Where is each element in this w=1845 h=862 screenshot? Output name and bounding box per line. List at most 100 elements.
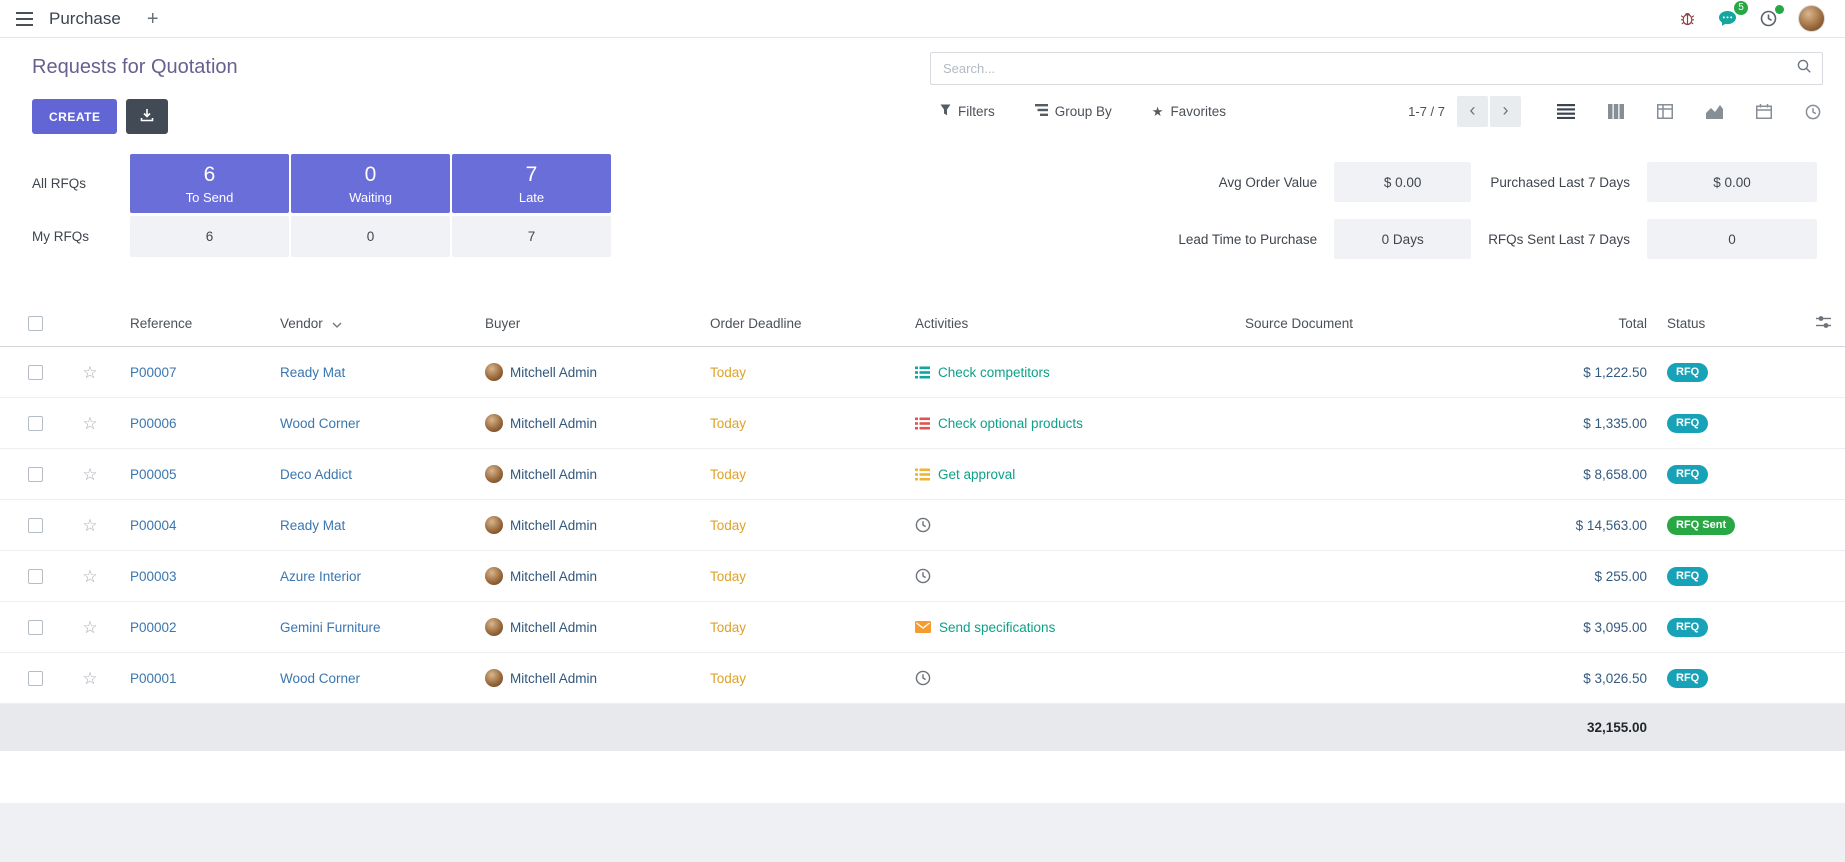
user-avatar[interactable] (1798, 5, 1825, 32)
buyer-link[interactable]: Mitchell Admin (510, 365, 597, 380)
pager-next-button[interactable]: › (1490, 96, 1521, 127)
table-row[interactable]: ☆ P00007 Ready Mat Mitchell Admin Today … (0, 347, 1845, 398)
kpi-to-send[interactable]: 6 To Send (130, 154, 289, 213)
column-header-total[interactable]: Total (1492, 301, 1657, 347)
table-row[interactable]: ☆ P00003 Azure Interior Mitchell Admin T… (0, 551, 1845, 602)
create-button[interactable]: CREATE (32, 99, 117, 134)
stat-value-lead-time-to-purchase[interactable]: 0 Days (1334, 219, 1471, 259)
favorite-star-icon[interactable]: ☆ (82, 516, 97, 535)
apps-menu-icon[interactable] (14, 8, 35, 30)
stat-value-purchased-last-7-days[interactable]: $ 0.00 (1647, 162, 1817, 202)
kpi-late-value: 7 (526, 163, 538, 187)
vendor-link[interactable]: Ready Mat (280, 365, 345, 380)
vendor-link[interactable]: Gemini Furniture (280, 620, 381, 635)
list-view-icon[interactable] (1555, 102, 1577, 121)
vendor-link[interactable]: Wood Corner (280, 416, 360, 431)
table-row[interactable]: ☆ P00002 Gemini Furniture Mitchell Admin… (0, 602, 1845, 653)
vendor-link[interactable]: Azure Interior (280, 569, 361, 584)
activity-view-icon[interactable] (1803, 102, 1823, 122)
stat-value-avg-order-value[interactable]: $ 0.00 (1334, 162, 1471, 202)
activity-label[interactable]: Check competitors (938, 365, 1050, 380)
column-header-status[interactable]: Status (1657, 301, 1802, 347)
reference-link[interactable]: P00007 (130, 365, 177, 380)
vendor-link[interactable]: Ready Mat (280, 518, 345, 533)
activity-label[interactable]: Get approval (938, 467, 1015, 482)
row-checkbox[interactable] (28, 416, 43, 431)
reference-link[interactable]: P00006 (130, 416, 177, 431)
kpi-my-late[interactable]: 7 (452, 216, 611, 257)
pager-previous-button[interactable]: ‹ (1457, 96, 1488, 127)
row-checkbox[interactable] (28, 518, 43, 533)
debug-bug-icon[interactable] (1678, 9, 1697, 28)
buyer-link[interactable]: Mitchell Admin (510, 671, 597, 686)
group-by-label: Group By (1055, 104, 1112, 119)
envelope-activity-icon[interactable] (915, 621, 931, 633)
activity-label[interactable]: Check optional products (938, 416, 1083, 431)
favorite-star-icon[interactable]: ☆ (82, 363, 97, 382)
row-checkbox[interactable] (28, 569, 43, 584)
reference-link[interactable]: P00003 (130, 569, 177, 584)
kanban-view-icon[interactable] (1606, 102, 1626, 121)
graph-view-icon[interactable] (1704, 102, 1725, 121)
favorite-star-icon[interactable]: ☆ (82, 465, 97, 484)
group-by-button[interactable]: Group By (1035, 97, 1112, 126)
reference-link[interactable]: P00004 (130, 518, 177, 533)
table-row[interactable]: ☆ P00006 Wood Corner Mitchell Admin Toda… (0, 398, 1845, 449)
clock-activity-icon[interactable] (915, 670, 931, 686)
kpi-my-waiting[interactable]: 0 (291, 216, 450, 257)
buyer-link[interactable]: Mitchell Admin (510, 518, 597, 533)
messages-icon[interactable]: 5 (1716, 8, 1739, 29)
column-header-buyer[interactable]: Buyer (475, 301, 700, 347)
row-checkbox[interactable] (28, 467, 43, 482)
kpi-my-to-send[interactable]: 6 (130, 216, 289, 257)
table-header-row: Reference Vendor Buyer Order Deadline Ac… (0, 301, 1845, 347)
total-amount: $ 1,335.00 (1583, 416, 1647, 431)
select-all-checkbox[interactable] (28, 316, 43, 331)
favorite-star-icon[interactable]: ☆ (82, 669, 97, 688)
favorite-star-icon[interactable]: ☆ (82, 414, 97, 433)
pivot-view-icon[interactable] (1655, 102, 1675, 121)
buyer-link[interactable]: Mitchell Admin (510, 467, 597, 482)
plus-icon[interactable]: + (143, 9, 163, 29)
reference-link[interactable]: P00005 (130, 467, 177, 482)
row-checkbox[interactable] (28, 671, 43, 686)
buyer-link[interactable]: Mitchell Admin (510, 416, 597, 431)
reference-link[interactable]: P00002 (130, 620, 177, 635)
vendor-link[interactable]: Wood Corner (280, 671, 360, 686)
favorite-star-icon[interactable]: ☆ (82, 567, 97, 586)
activity-label[interactable]: Send specifications (939, 620, 1055, 635)
table-row[interactable]: ☆ P00004 Ready Mat Mitchell Admin Today … (0, 500, 1845, 551)
column-header-activities[interactable]: Activities (905, 301, 1235, 347)
row-checkbox[interactable] (28, 365, 43, 380)
kpi-late[interactable]: 7 Late (452, 154, 611, 213)
export-button[interactable] (126, 99, 168, 134)
reference-link[interactable]: P00001 (130, 671, 177, 686)
column-header-vendor[interactable]: Vendor (270, 301, 475, 347)
calendar-view-icon[interactable] (1754, 102, 1774, 121)
clock-activity-icon[interactable] (915, 517, 931, 533)
kpi-waiting[interactable]: 0 Waiting (291, 154, 450, 213)
tasks-activity-icon[interactable] (915, 468, 930, 481)
favorites-button[interactable]: ★ Favorites (1152, 97, 1226, 126)
filters-button[interactable]: Filters (940, 97, 995, 126)
buyer-link[interactable]: Mitchell Admin (510, 620, 597, 635)
tasks-activity-icon[interactable] (915, 366, 930, 379)
favorite-star-icon[interactable]: ☆ (82, 618, 97, 637)
column-header-source-document[interactable]: Source Document (1235, 301, 1492, 347)
table-row[interactable]: ☆ P00005 Deco Addict Mitchell Admin Toda… (0, 449, 1845, 500)
activities-icon[interactable] (1758, 8, 1779, 29)
tasks-activity-icon[interactable] (915, 417, 930, 430)
clock-activity-icon[interactable] (915, 568, 931, 584)
app-name[interactable]: Purchase (49, 9, 121, 29)
search-input[interactable] (941, 60, 1796, 77)
stat-value-rfqs-sent-last-7-days[interactable]: 0 (1647, 219, 1817, 259)
buyer-link[interactable]: Mitchell Admin (510, 569, 597, 584)
column-header-order-deadline[interactable]: Order Deadline (700, 301, 905, 347)
search-icon[interactable] (1796, 58, 1812, 79)
row-checkbox[interactable] (28, 620, 43, 635)
column-header-reference[interactable]: Reference (110, 301, 270, 347)
vendor-link[interactable]: Deco Addict (280, 467, 352, 482)
optional-columns-icon[interactable] (1816, 317, 1831, 332)
buyer-avatar (485, 669, 503, 687)
table-row[interactable]: ☆ P00001 Wood Corner Mitchell Admin Toda… (0, 653, 1845, 704)
